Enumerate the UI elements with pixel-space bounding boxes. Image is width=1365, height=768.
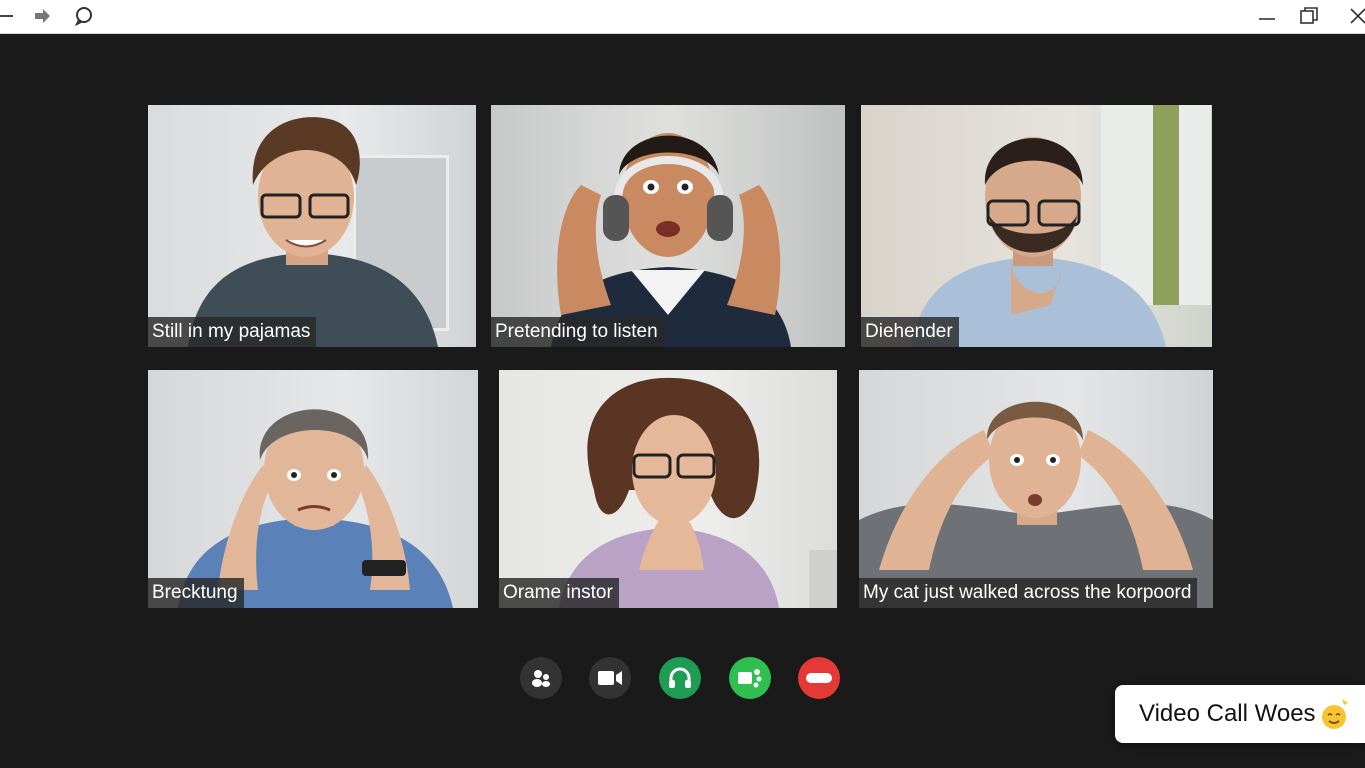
chat-bubble-icon[interactable] [69, 4, 99, 28]
window-titlebar [0, 0, 1365, 34]
end-call-button[interactable] [798, 657, 840, 699]
participant-caption-3: Diehender [861, 317, 959, 347]
participant-video-3 [911, 137, 1166, 347]
participant-caption-6: My cat just walked across the korpoord [859, 578, 1198, 608]
share-screen-button[interactable] [729, 657, 771, 699]
back-arrow-icon[interactable] [0, 4, 22, 28]
participant-caption-1: Still in my pajamas [148, 317, 317, 347]
share-screen-icon [738, 669, 762, 688]
video-toggle-button[interactable] [589, 657, 631, 699]
participant-tile-6[interactable]: My cat just walked across the korpoord [859, 370, 1213, 608]
participant-tile-2[interactable]: Pretending to listen [491, 105, 845, 347]
participant-caption-5: Orame instor [499, 578, 619, 608]
participants-button[interactable] [520, 657, 562, 699]
minimize-icon[interactable] [1252, 4, 1282, 28]
participants-icon [532, 670, 550, 687]
participant-caption-2: Pretending to listen [491, 317, 664, 347]
participant-tile-3[interactable]: Diehender [861, 105, 1212, 347]
participant-video-6 [859, 401, 1213, 608]
participant-video-2 [551, 133, 791, 347]
close-icon[interactable] [1343, 4, 1365, 28]
restore-icon[interactable] [1294, 4, 1324, 28]
participant-video-5 [559, 377, 779, 608]
video-camera-icon [598, 671, 622, 685]
headset-icon [669, 667, 691, 688]
notification-toast[interactable]: Video Call Woes [1115, 685, 1365, 743]
smiling-emoji-icon [1321, 699, 1348, 729]
participant-video-4 [178, 409, 453, 608]
participant-tile-4[interactable]: Brecktung [148, 370, 478, 608]
end-call-icon [806, 673, 832, 683]
forward-arrow-icon[interactable] [27, 4, 57, 28]
audio-button[interactable] [659, 657, 701, 699]
participant-video-1 [188, 117, 438, 347]
participant-tile-1[interactable]: Still in my pajamas [148, 105, 476, 347]
participant-tile-5[interactable]: Orame instor [499, 370, 837, 608]
notification-text: Video Call Woes [1139, 700, 1316, 727]
participant-caption-4: Brecktung [148, 578, 244, 608]
